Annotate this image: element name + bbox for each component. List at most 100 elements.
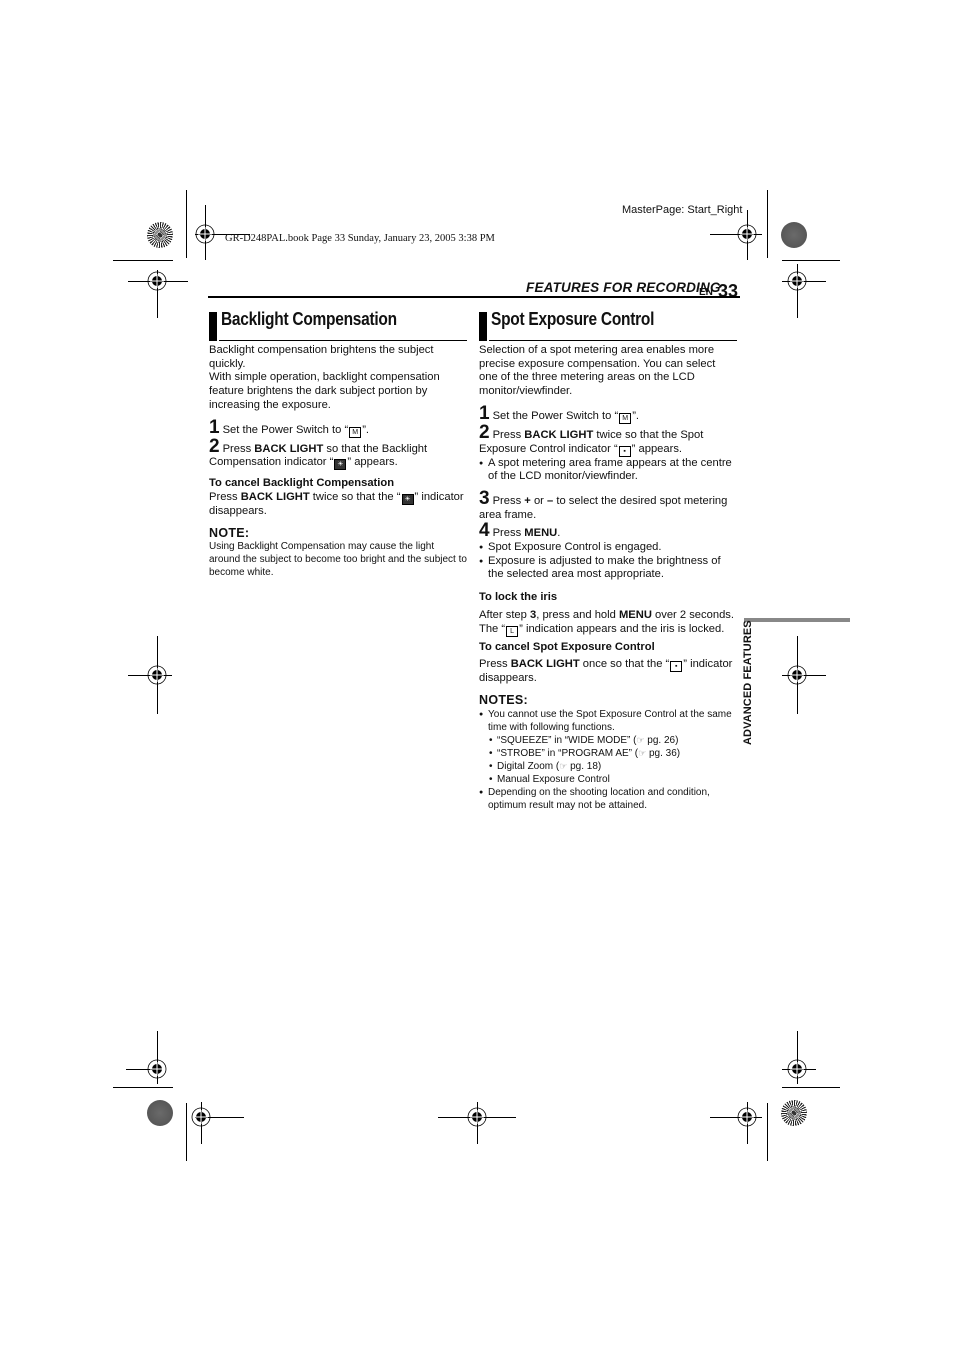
backlight-title-block: Backlight Compensation: [209, 309, 467, 341]
cancel-text: Press BACK LIGHT twice so that the “☀” i…: [209, 491, 467, 519]
step-number: 1: [479, 402, 490, 424]
button-name: MENU: [618, 608, 652, 621]
text: ” indication appears and the iris is loc…: [519, 622, 725, 635]
button-name: BACK LIGHT: [240, 490, 310, 503]
step-number: 4: [479, 520, 490, 542]
registration-mark-icon: [786, 664, 808, 686]
crop-mark: [113, 1087, 173, 1088]
registration-mark-icon: [786, 270, 808, 292]
step-text: Set the Power Switch to “: [222, 423, 349, 436]
cancel-text: Press BACK LIGHT once so that the “▪” in…: [479, 658, 737, 686]
notes-heading: NOTES:: [479, 692, 529, 707]
gray-disc-icon: [781, 222, 807, 248]
master-page-label: MasterPage: Start_Right: [622, 204, 743, 216]
step-number: 3: [479, 487, 490, 509]
lock-iris-heading: To lock the iris: [479, 591, 558, 604]
book-info-line: GR-D248PAL.book Page 33 Sunday, January …: [225, 233, 495, 244]
page-reference: pg. 36): [646, 747, 681, 759]
page-reference: pg. 26): [644, 734, 679, 746]
button-name: BACK LIGHT: [254, 442, 324, 455]
step-2: 2 Press BACK LIGHT so that the Backlight …: [209, 437, 467, 471]
registration-mark-icon: [736, 1106, 758, 1128]
title-bar-marker: [209, 312, 217, 341]
step-text: .: [557, 527, 561, 540]
step-text: ” appears.: [631, 442, 683, 455]
step-text: Press: [492, 494, 525, 507]
step-text: or: [530, 494, 548, 507]
text: twice so that the “: [309, 490, 401, 503]
registration-mark-icon: [146, 1058, 168, 1080]
step-text: ”.: [632, 409, 640, 422]
step-text: ”.: [362, 423, 370, 436]
button-name: BACK LIGHT: [524, 428, 594, 441]
step-text: ” appears.: [347, 456, 398, 469]
page-number: 33: [718, 281, 739, 301]
title-rule: [489, 340, 737, 341]
step-2: 2 Press BACK LIGHT twice so that the Spot…: [479, 423, 737, 457]
chapter-tab-bar: [744, 618, 850, 622]
registration-mark-icon: [786, 1058, 808, 1080]
gray-disc-icon: [147, 1100, 173, 1126]
step-number: 2: [209, 435, 220, 457]
registration-mark-icon: [194, 223, 216, 245]
step-number: 2: [479, 421, 490, 443]
registration-mark-icon: [736, 223, 758, 245]
intro-text: Backlight compensation brightens the sub…: [209, 344, 434, 370]
manual-mode-icon: M: [619, 412, 632, 424]
text: Press: [479, 658, 511, 671]
registration-mark-icon: [146, 270, 168, 292]
backlight-section: Backlight Compensation Backlight compens…: [209, 309, 467, 579]
text: Press: [209, 490, 241, 503]
note-heading: NOTE:: [209, 525, 250, 540]
text: “STROBE” in “PROGRAM AE” (: [497, 747, 639, 759]
step-text: Set the Power Switch to “: [492, 409, 619, 422]
step-1: 1 Set the Power Switch to “M”.: [209, 418, 467, 438]
text: once so that the “: [579, 658, 670, 671]
crop-mark: [113, 260, 173, 261]
star-target-icon: [147, 222, 173, 248]
notes-list: You cannot use the Spot Exposure Control…: [479, 708, 737, 812]
note-subitem: Manual Exposure Control: [479, 773, 737, 786]
note-text: Using Backlight Compensation may cause t…: [209, 541, 467, 579]
section-header: FEATURES FOR RECORDING: [526, 280, 721, 295]
button-name: MENU: [524, 527, 558, 540]
note-subitem: Digital Zoom (☞ pg. 18): [479, 760, 737, 773]
section-title: Backlight Compensation: [221, 309, 397, 329]
title-bar-marker: [479, 312, 487, 341]
step-4: 4 Press MENU.: [479, 521, 737, 541]
text: “SQUEEZE” in “WIDE MODE” (: [497, 734, 637, 746]
spot-title-block: Spot Exposure Control: [479, 309, 737, 341]
title-rule: [219, 340, 467, 341]
manual-mode-icon: M: [349, 426, 362, 438]
header-rule: [208, 296, 740, 298]
step-1: 1 Set the Power Switch to “M”.: [479, 404, 737, 424]
text: Manual Exposure Control: [497, 773, 610, 785]
step-text: Press: [492, 527, 525, 540]
registration-mark-icon: [146, 664, 168, 686]
note-item: Depending on the shooting location and c…: [479, 786, 737, 812]
spot-indicator-icon: ▪: [618, 445, 631, 457]
bullet-item: Spot Exposure Control is engaged.: [479, 541, 737, 555]
text: After step: [479, 608, 530, 621]
button-name: BACK LIGHT: [510, 658, 580, 671]
section-title: Spot Exposure Control: [491, 309, 655, 329]
cancel-heading: To cancel Spot Exposure Control: [479, 640, 655, 653]
page-ref-icon: ☞: [636, 734, 645, 745]
step-text: Press: [222, 442, 255, 455]
registration-mark-icon: [190, 1106, 212, 1128]
backlight-indicator-icon: ☀: [401, 493, 414, 505]
lock-iris-text: After step 3, press and hold MENU over 2…: [479, 609, 737, 637]
spot-exposure-section: Spot Exposure Control Selection of a spo…: [479, 309, 737, 812]
bullet-item: Exposure is adjusted to make the brightn…: [479, 555, 737, 582]
chapter-tab-label: ADVANCED FEATURES: [742, 620, 754, 745]
crop-mark: [186, 1103, 187, 1161]
text: Digital Zoom (: [497, 760, 560, 772]
note-subitem: “STROBE” in “PROGRAM AE” (☞ pg. 36): [479, 747, 737, 760]
crop-mark: [767, 1103, 768, 1161]
page-reference: pg. 18): [567, 760, 602, 772]
bullet-item: A spot metering area frame appears at th…: [479, 457, 737, 484]
backlight-indicator-icon: ☀: [334, 459, 347, 471]
crop-mark: [186, 190, 187, 258]
crop-mark: [782, 1087, 840, 1088]
star-target-icon: [781, 1100, 807, 1126]
